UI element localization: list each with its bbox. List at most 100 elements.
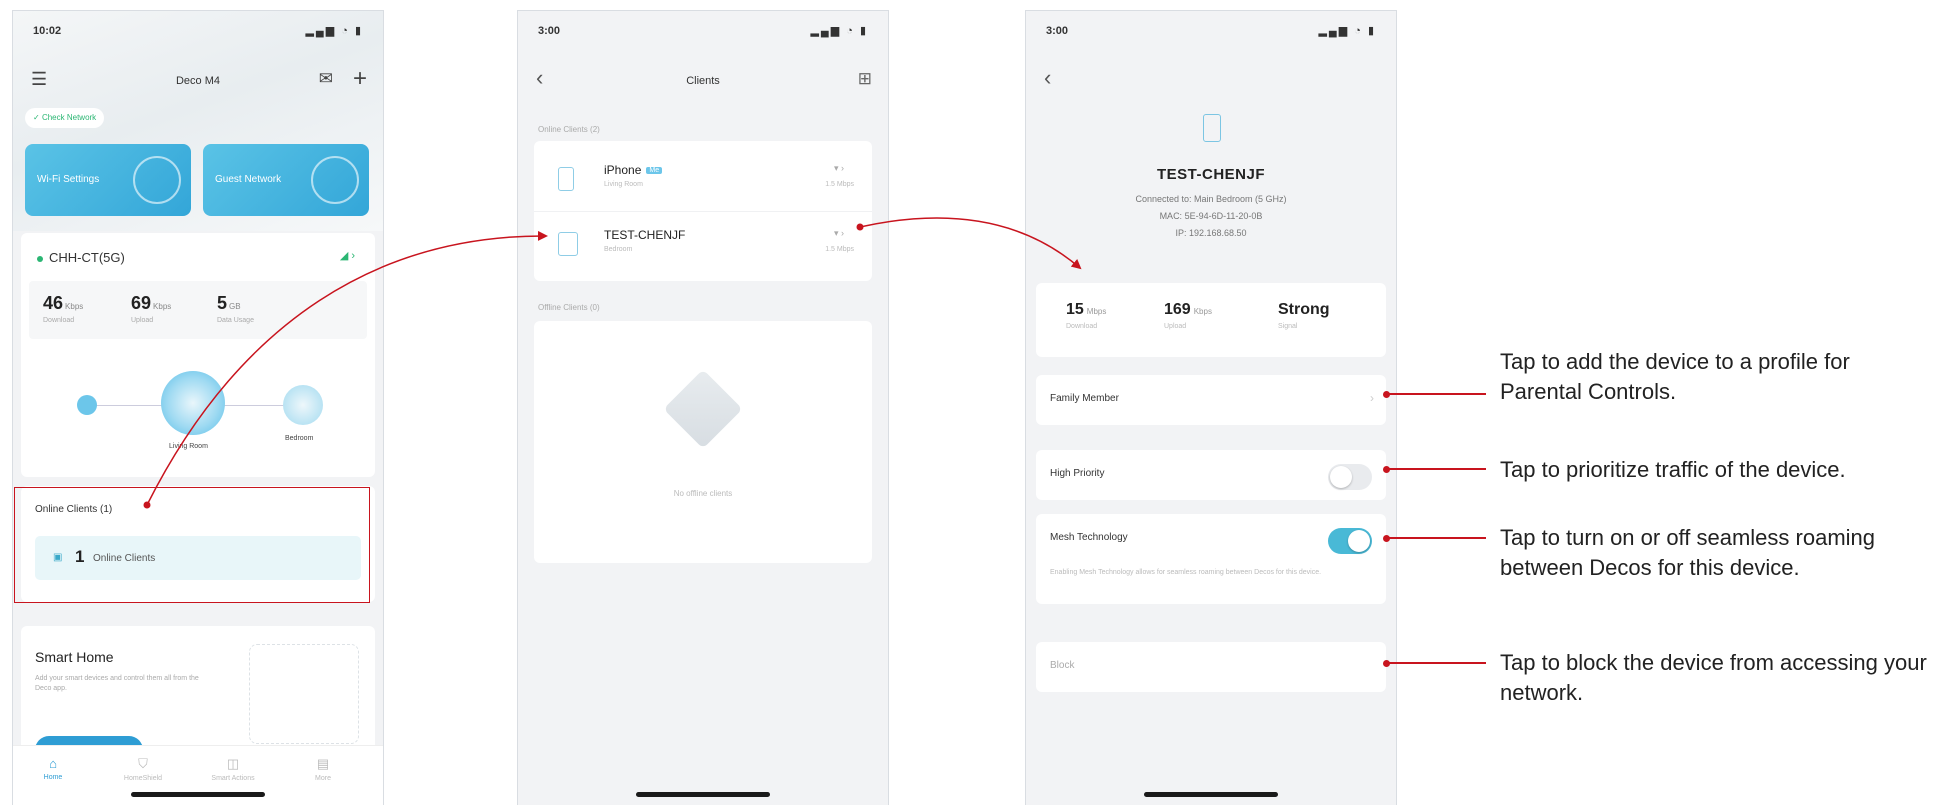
- phone-screen-home: 10:02 ▂▄▆ ◔ ▮ ☰ Deco M4 ✉ + ✓ Check Netw…: [12, 10, 384, 805]
- client-speed: 1.5 Mbps: [825, 246, 854, 253]
- toggle-knob: [1330, 466, 1352, 488]
- chevron-right-icon: ›: [1370, 391, 1374, 405]
- callout-line-mesh: [1386, 537, 1486, 539]
- network-card[interactable]: CHH-CT(5G) ◢ › 46 Kbps Download 69 Kbps Up…: [21, 233, 375, 477]
- stat-signal: Strong Signal: [1278, 301, 1330, 330]
- network-topology: Living Room Bedroom: [21, 353, 375, 463]
- status-time: 3:00: [538, 25, 561, 37]
- signal-icon: ▾ ›: [833, 228, 844, 238]
- signal-wifi-battery-icon: ▂▄▆ ◔ ▮: [1318, 25, 1376, 37]
- online-clients-section-label: Online Clients (2): [538, 125, 600, 134]
- home-icon: ⌂: [49, 756, 57, 771]
- wifi-settings-label: Wi-Fi Settings: [37, 174, 100, 185]
- phone-screen-client-details: 3:00 ▂▄▆ ◔ ▮ ‹ TEST-CHENJF Connected to:…: [1025, 10, 1397, 805]
- block-row[interactable]: Block: [1036, 642, 1386, 692]
- signal-wifi-battery-icon: ▂▄▆ ◔ ▮: [305, 25, 363, 37]
- empty-state-text: No offline clients: [673, 489, 733, 498]
- tab-more[interactable]: ▤ More: [293, 756, 353, 782]
- me-badge: Me: [646, 167, 663, 175]
- smart-home-description: Add your smart devices and control them …: [35, 675, 199, 692]
- shield-icon: ⛉: [138, 756, 148, 771]
- wifi-icon: [133, 156, 181, 204]
- network-stats: 46 Kbps Download 69 Kbps Upload 5 GB Data U…: [29, 281, 367, 339]
- family-member-label: Family Member: [1050, 393, 1119, 404]
- client-name: iPhone Me: [604, 163, 663, 177]
- network-name: CHH-CT(5G): [37, 250, 125, 265]
- mesh-technology-toggle[interactable]: [1328, 528, 1372, 554]
- toggle-knob: [1348, 530, 1370, 552]
- callout-line-family: [1386, 393, 1486, 395]
- callout-high-priority: Tap to prioritize traffic of the device.: [1500, 457, 1846, 482]
- wifi-settings-tile[interactable]: Wi-Fi Settings: [25, 144, 191, 216]
- status-bar: 3:00 ▂▄▆ ◔ ▮: [1026, 11, 1396, 47]
- callout-family-member: Tap to add the device to a profile for P…: [1500, 349, 1850, 404]
- client-row-iphone[interactable]: iPhone Me Living Room ▾ › 1.5 Mbps: [534, 147, 872, 211]
- callout-line-priority: [1386, 468, 1486, 470]
- tablet-icon: [1203, 114, 1221, 142]
- guest-network-tile[interactable]: Guest Network: [203, 144, 369, 216]
- family-member-row[interactable]: Family Member ›: [1036, 375, 1386, 425]
- stat-download: 15 Mbps Download: [1066, 301, 1107, 330]
- node-label-main: Living Room: [169, 443, 208, 450]
- offline-clients-list: No offline clients: [534, 321, 872, 563]
- phone-icon: [558, 167, 574, 191]
- guest-network-label: Guest Network: [215, 174, 282, 185]
- mesh-technology-description: Enabling Mesh Technology allows for seam…: [1050, 569, 1322, 576]
- mac-address: MAC: 5E-94-6D-11-20-0B: [1159, 211, 1263, 221]
- phone-screen-clients: 3:00 ▂▄▆ ◔ ▮ ‹ Clients ⊞ Online Clients …: [517, 10, 889, 805]
- check-network-chip[interactable]: ✓ Check Network: [25, 108, 105, 128]
- client-speed: 1.5 Mbps: [825, 181, 854, 188]
- home-indicator: [131, 792, 265, 797]
- online-clients-list: iPhone Me Living Room ▾ › 1.5 Mbps TEST-C…: [534, 141, 872, 281]
- callout-mesh-technology: Tap to turn on or off seamless roaming b…: [1500, 525, 1876, 580]
- tab-homeshield[interactable]: ⛉ HomeShield: [113, 756, 173, 782]
- callout-line-block: [1386, 662, 1486, 664]
- device-name: TEST-CHENJF: [1156, 166, 1265, 183]
- callout-block: Tap to block the device from accessing y…: [1500, 650, 1927, 705]
- guest-icon: [311, 156, 359, 204]
- status-time: 10:02: [33, 25, 62, 37]
- ip-address: IP: 192.168.68.50: [1175, 228, 1247, 238]
- more-icon: ▤: [316, 756, 330, 771]
- filter-icon[interactable]: ⊞: [858, 69, 872, 89]
- home-indicator: [636, 792, 770, 797]
- status-bar: 3:00 ▂▄▆ ◔ ▮: [518, 11, 888, 47]
- high-priority-row: High Priority: [1036, 450, 1386, 500]
- online-clients-highlight: [14, 487, 370, 603]
- check-network-label: Check Network: [41, 113, 97, 122]
- deco-main-icon[interactable]: [161, 371, 225, 435]
- status-time: 3:00: [1046, 25, 1069, 37]
- signal-icon: ▾ ›: [833, 163, 844, 173]
- client-name: TEST-CHENJF: [604, 228, 686, 242]
- stat-data-usage: 5 GB Data Usage: [217, 293, 254, 324]
- stat-upload: 69 Kbps Upload: [131, 293, 172, 324]
- home-indicator: [1144, 792, 1278, 797]
- block-label: Block: [1050, 660, 1075, 671]
- status-bar: 10:02 ▂▄▆ ◔ ▮: [13, 11, 383, 47]
- deco-satellite-icon[interactable]: [283, 385, 323, 425]
- mesh-technology-row: Mesh Technology Enabling Mesh Technology…: [1036, 514, 1386, 604]
- offline-clients-section-label: Offline Clients (0): [538, 303, 600, 312]
- back-chevron-icon[interactable]: ‹: [1044, 65, 1051, 91]
- client-location: Living Room: [604, 181, 643, 188]
- client-location: Bedroom: [604, 246, 633, 253]
- signal-icon: ◢ ›: [339, 250, 355, 262]
- page-title: Clients: [686, 75, 720, 87]
- high-priority-label: High Priority: [1050, 468, 1105, 479]
- mesh-technology-label: Mesh Technology: [1050, 532, 1128, 543]
- high-priority-toggle[interactable]: [1328, 464, 1372, 490]
- empty-state-icon: [663, 369, 743, 449]
- smart-home-illustration-icon: [249, 644, 359, 744]
- tab-smart-actions[interactable]: ◫ Smart Actions: [203, 756, 263, 782]
- client-row-test-chenjf[interactable]: TEST-CHENJF Bedroom ▾ › 1.5 Mbps: [534, 211, 872, 275]
- stat-download: 46 Kbps Download: [43, 293, 84, 324]
- add-icon[interactable]: +: [353, 65, 367, 93]
- signal-wifi-battery-icon: ▂▄▆ ◔ ▮: [810, 25, 868, 37]
- network-name-label: CHH-CT(5G): [49, 250, 125, 265]
- stat-upload: 169 Kbps Upload: [1164, 301, 1212, 330]
- tab-home[interactable]: ⌂ Home: [23, 756, 83, 781]
- connected-to: Connected to: Main Bedroom (5 GHz): [1135, 194, 1287, 204]
- device-stats-card: 15 Mbps Download 169 Kbps Upload Strong Si…: [1036, 283, 1386, 357]
- node-label-satellite: Bedroom: [285, 435, 314, 442]
- mail-icon[interactable]: ✉: [319, 69, 333, 89]
